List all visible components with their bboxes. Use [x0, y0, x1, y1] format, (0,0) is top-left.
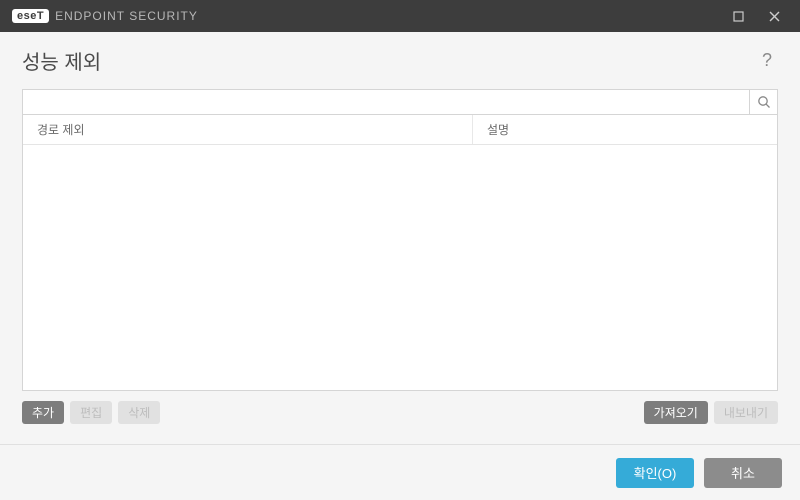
page-title: 성능 제외	[22, 46, 101, 75]
ok-button[interactable]: 확인(O)	[616, 458, 694, 488]
page-header: 성능 제외 ?	[22, 46, 778, 75]
close-icon	[769, 11, 780, 22]
search-row	[22, 89, 778, 115]
column-header-description[interactable]: 설명	[473, 115, 777, 144]
product-logo: eseT ENDPOINT SECURITY	[12, 9, 198, 23]
delete-button: 삭제	[118, 401, 160, 424]
table-header: 경로 제외 설명	[23, 115, 777, 145]
maximize-icon	[733, 11, 744, 22]
add-button[interactable]: 추가	[22, 401, 64, 424]
close-button[interactable]	[756, 0, 792, 32]
action-row: 추가 편집 삭제 가져오기 내보내기	[22, 391, 778, 436]
search-icon	[757, 95, 771, 109]
titlebar: eseT ENDPOINT SECURITY	[0, 0, 800, 32]
column-header-path[interactable]: 경로 제외	[23, 115, 473, 144]
help-button[interactable]: ?	[756, 48, 778, 73]
dialog-footer: 확인(O) 취소	[0, 444, 800, 500]
search-button[interactable]	[750, 89, 778, 115]
cancel-button[interactable]: 취소	[704, 458, 782, 488]
edit-button: 편집	[70, 401, 112, 424]
import-button[interactable]: 가져오기	[644, 401, 708, 424]
export-button: 내보내기	[714, 401, 778, 424]
exclusions-table: 경로 제외 설명	[22, 115, 778, 391]
table-body[interactable]	[23, 145, 777, 390]
search-input[interactable]	[22, 89, 750, 115]
maximize-button[interactable]	[720, 0, 756, 32]
product-name: ENDPOINT SECURITY	[55, 9, 198, 23]
brand-badge: eseT	[12, 9, 49, 23]
content-area: 성능 제외 ? 경로 제외 설명 추가 편집 삭제 가져오기 내보내기	[0, 32, 800, 436]
